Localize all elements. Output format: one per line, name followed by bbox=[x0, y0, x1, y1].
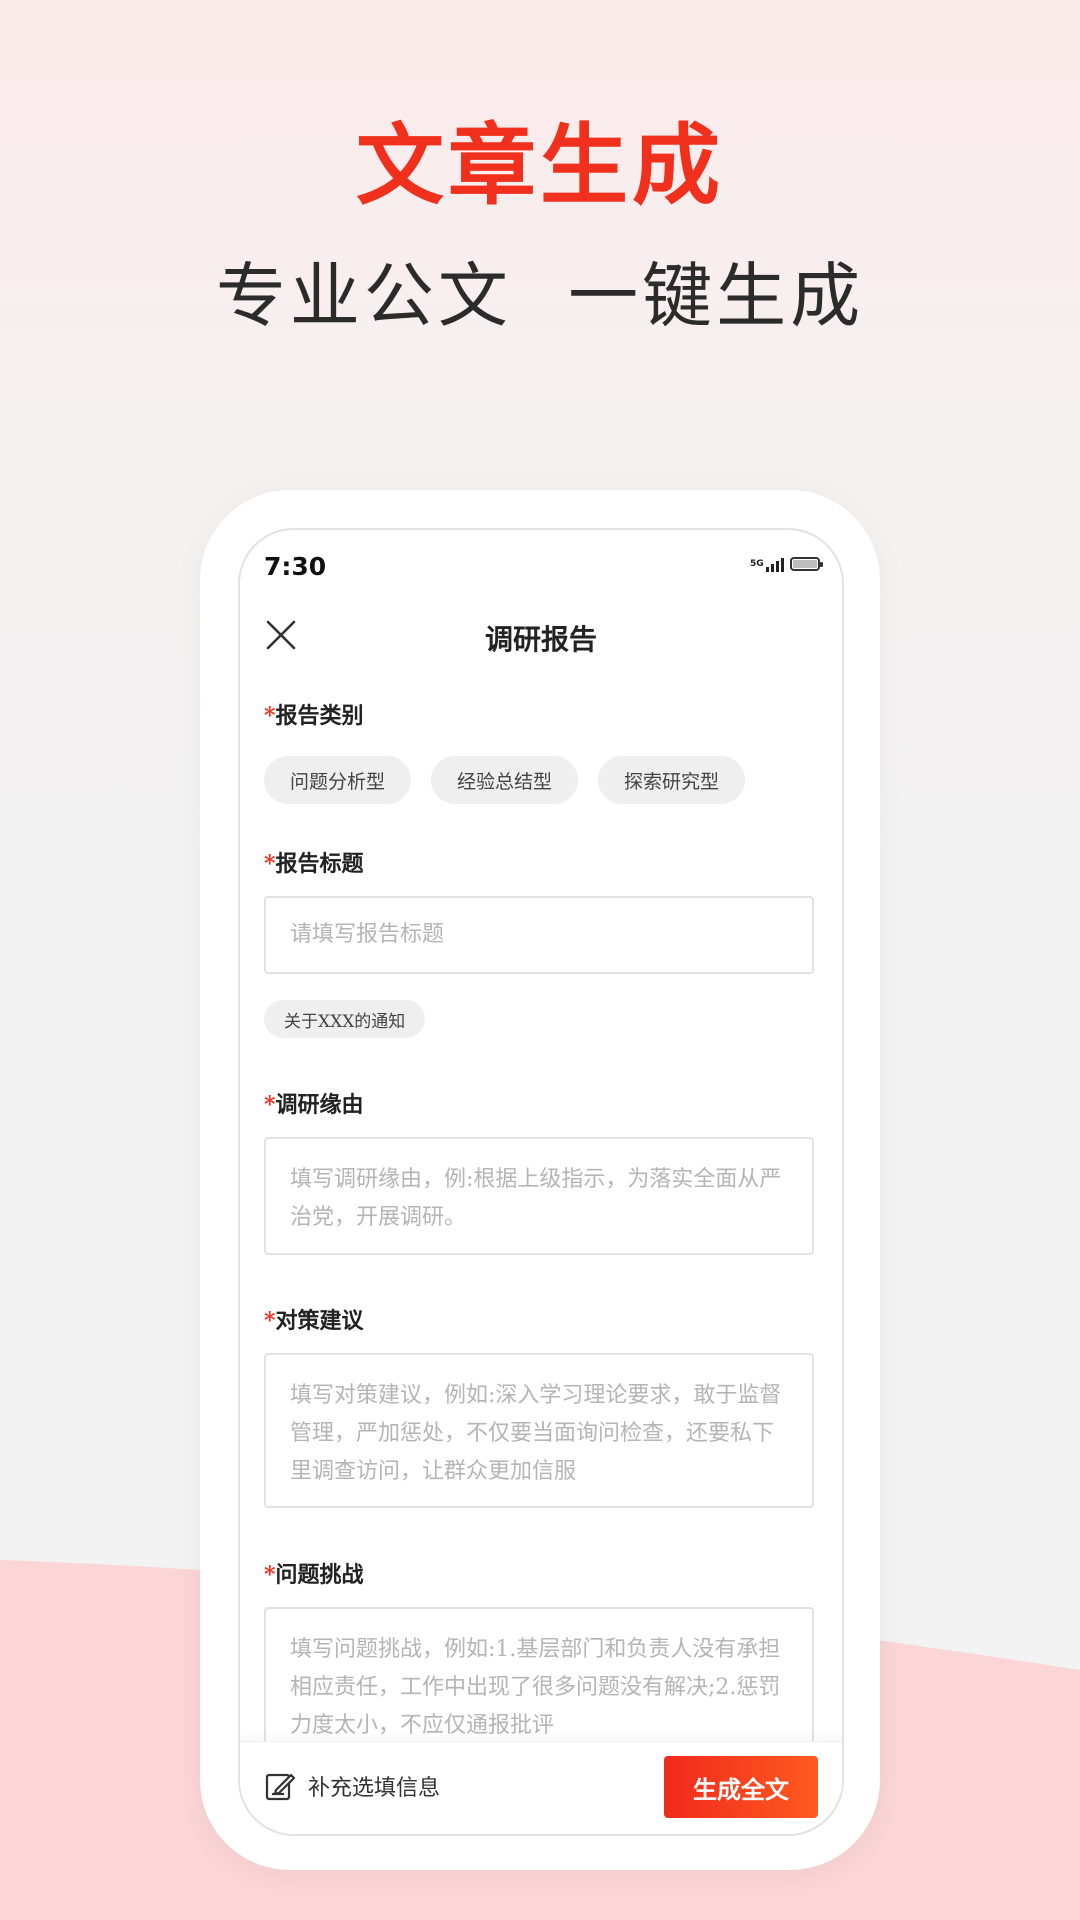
category-label-text: 报告类别 bbox=[275, 703, 364, 729]
suggestions-textarea[interactable]: 填写对策建议，例如:深入学习理论要求，敢于监督管理，严加惩处，不仅要当面询问检查… bbox=[264, 1353, 814, 1508]
category-options: 问题分析型 经验总结型 探索研究型 bbox=[264, 756, 746, 804]
bottom-action-bar: 补充选填信息 生成全文 bbox=[240, 1741, 842, 1834]
required-mark: * bbox=[264, 851, 276, 877]
title-suggestion-chip[interactable]: 关于XXX的通知 bbox=[264, 1000, 426, 1038]
title-label: *报告标题 bbox=[264, 846, 364, 878]
page-title: 调研报告 bbox=[484, 623, 597, 656]
promo-subline: 专业公文 一键生成 bbox=[215, 255, 865, 337]
status-time: 7:30 bbox=[264, 552, 327, 581]
title-label-text: 报告标题 bbox=[275, 851, 364, 877]
required-mark: * bbox=[264, 1092, 276, 1118]
generate-full-text-button[interactable]: 生成全文 bbox=[664, 1756, 818, 1818]
network-type: 5G bbox=[750, 558, 764, 569]
signal-icon bbox=[766, 556, 784, 572]
extra-info-button[interactable]: 补充选填信息 bbox=[264, 1770, 440, 1802]
edit-icon bbox=[265, 1773, 296, 1801]
reason-textarea[interactable]: 填写调研缘由，例:根据上级指示，为落实全面从严治党，开展调研。 bbox=[264, 1137, 814, 1255]
report-title-input[interactable]: 请填写报告标题 bbox=[264, 896, 814, 974]
reason-label-text: 调研缘由 bbox=[275, 1092, 364, 1118]
required-mark: * bbox=[264, 703, 276, 729]
battery-icon bbox=[790, 557, 823, 571]
required-mark: * bbox=[264, 1562, 276, 1588]
category-label: *报告类别 bbox=[264, 698, 364, 730]
status-icons: 5G bbox=[750, 556, 823, 572]
challenges-label-text: 问题挑战 bbox=[275, 1562, 364, 1588]
reason-label: *调研缘由 bbox=[264, 1087, 364, 1119]
suggestions-label-text: 对策建议 bbox=[275, 1308, 364, 1334]
phone-frame: 7:30 5G 调研报告 *报告类别 问题分析型 经验总结型 探索研究型 *报告… bbox=[200, 490, 880, 1870]
category-option-problem-analysis[interactable]: 问题分析型 bbox=[264, 756, 412, 804]
challenges-label: *问题挑战 bbox=[264, 1557, 364, 1589]
promo-headline: 文章生成 bbox=[355, 113, 724, 217]
category-option-exploratory-research[interactable]: 探索研究型 bbox=[598, 756, 746, 804]
extra-info-label: 补充选填信息 bbox=[308, 1776, 441, 1801]
category-option-experience-summary[interactable]: 经验总结型 bbox=[431, 756, 579, 804]
required-mark: * bbox=[264, 1308, 276, 1334]
app-screen: 7:30 5G 调研报告 *报告类别 问题分析型 经验总结型 探索研究型 *报告… bbox=[238, 528, 844, 1836]
suggestions-label: *对策建议 bbox=[264, 1303, 364, 1335]
